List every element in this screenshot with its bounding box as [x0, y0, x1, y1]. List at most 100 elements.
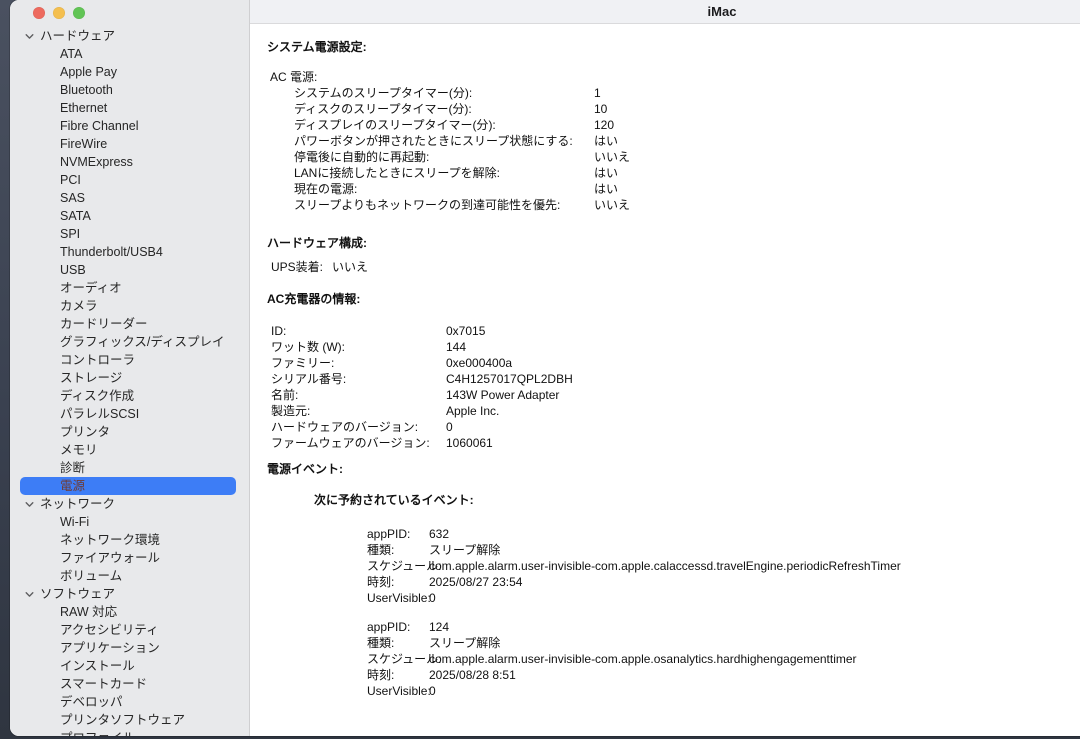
- sidebar-item[interactable]: インストール: [10, 657, 249, 675]
- info-value: 0: [429, 683, 436, 699]
- sidebar-item[interactable]: SATA: [10, 207, 249, 225]
- section-heading-system-power: システム電源設定:: [267, 39, 1080, 55]
- info-label: 時刻:: [367, 667, 429, 683]
- sidebar-item-label: プリンタ: [60, 425, 110, 439]
- chevron-down-icon[interactable]: [25, 32, 34, 41]
- info-value: 0x7015: [446, 323, 485, 339]
- sidebar-item-label: Ethernet: [60, 101, 107, 115]
- sidebar-item[interactable]: ディスク作成: [10, 387, 249, 405]
- info-label: ファームウェアのバージョン:: [271, 435, 446, 451]
- sidebar-group[interactable]: ネットワーク: [10, 495, 249, 513]
- sidebar-item-label: Apple Pay: [60, 65, 117, 79]
- info-value: 2025/08/28 8:51: [429, 667, 516, 683]
- info-label: スケジュール:: [367, 651, 429, 667]
- sidebar-item-label: SATA: [60, 209, 91, 223]
- info-label: 現在の電源:: [294, 181, 594, 197]
- info-value: Apple Inc.: [446, 403, 499, 419]
- info-label: appPID:: [367, 526, 429, 542]
- info-label: appPID:: [367, 619, 429, 635]
- sidebar-item[interactable]: パラレルSCSI: [10, 405, 249, 423]
- info-label: スケジュール:: [367, 558, 429, 574]
- chevron-down-icon[interactable]: [25, 500, 34, 509]
- sidebar-item-label: オーディオ: [60, 281, 122, 295]
- sidebar-item[interactable]: オーディオ: [10, 279, 249, 297]
- zoom-button[interactable]: [73, 7, 85, 19]
- sidebar-item[interactable]: Ethernet: [10, 99, 249, 117]
- sidebar-item[interactable]: NVMExpress: [10, 153, 249, 171]
- sidebar-item[interactable]: 診断: [10, 459, 249, 477]
- ac-charger-info-list: ID: 0x7015 ワット数 (W): 144 ファミリー: 0xe00040…: [250, 323, 1080, 451]
- sidebar-item[interactable]: ATA: [10, 45, 249, 63]
- info-row: 時刻: 2025/08/27 23:54: [250, 574, 1080, 590]
- info-row: 名前: 143W Power Adapter: [250, 387, 1080, 403]
- info-row: appPID: 124: [250, 619, 1080, 635]
- ups-row: UPS装着: いいえ: [271, 259, 1080, 275]
- sidebar-item[interactable]: グラフィックス/ディスプレイ: [10, 333, 249, 351]
- sidebar-item[interactable]: ネットワーク環境: [10, 531, 249, 549]
- sidebar-item[interactable]: デベロッパ: [10, 693, 249, 711]
- info-row: スリープよりもネットワークの到達可能性を優先: いいえ: [250, 197, 1080, 213]
- sidebar-item[interactable]: カードリーダー: [10, 315, 249, 333]
- info-label: ハードウェアのバージョン:: [271, 419, 446, 435]
- info-label: ワット数 (W):: [271, 339, 446, 355]
- sidebar-item[interactable]: SPI: [10, 225, 249, 243]
- sidebar-group[interactable]: ソフトウェア: [10, 585, 249, 603]
- info-value: はい: [594, 181, 618, 197]
- chevron-down-icon[interactable]: [25, 590, 34, 599]
- sidebar-item-label: アクセシビリティ: [60, 623, 159, 637]
- sidebar-item[interactable]: カメラ: [10, 297, 249, 315]
- info-label: UserVisible:: [367, 590, 429, 606]
- close-button[interactable]: [33, 7, 45, 19]
- sidebar-item-label: メモリ: [60, 443, 98, 457]
- sidebar-item-label: ストレージ: [60, 371, 122, 385]
- sidebar-item-label: USB: [60, 263, 86, 277]
- info-value: 143W Power Adapter: [446, 387, 559, 403]
- sidebar-item[interactable]: アクセシビリティ: [10, 621, 249, 639]
- sidebar-item[interactable]: ストレージ: [10, 369, 249, 387]
- sidebar-item-label: NVMExpress: [60, 155, 133, 169]
- sidebar-item[interactable]: Thunderbolt/USB4: [10, 243, 249, 261]
- info-label: 停電後に自動的に再起動:: [294, 149, 594, 165]
- sidebar-item[interactable]: FireWire: [10, 135, 249, 153]
- sidebar-item[interactable]: ボリューム: [10, 567, 249, 585]
- sidebar-item[interactable]: スマートカード: [10, 675, 249, 693]
- info-label: シリアル番号:: [271, 371, 446, 387]
- sidebar-item[interactable]: Apple Pay: [10, 63, 249, 81]
- info-row: UserVisible: 0: [250, 590, 1080, 606]
- section-heading-hardware-config: ハードウェア構成:: [267, 235, 1080, 251]
- info-value: 0xe000400a: [446, 355, 512, 371]
- sidebar-item[interactable]: Fibre Channel: [10, 117, 249, 135]
- sidebar-item[interactable]: RAW 対応: [10, 603, 249, 621]
- sidebar-item[interactable]: メモリ: [10, 441, 249, 459]
- sidebar-item[interactable]: 電源: [20, 477, 236, 495]
- info-value: スリープ解除: [429, 635, 500, 651]
- sidebar-item-label: ファイアウォール: [60, 551, 160, 565]
- sidebar-item[interactable]: PCI: [10, 171, 249, 189]
- content-area[interactable]: システム電源設定: AC 電源: システムのスリープタイマー(分): 1 ディス…: [250, 24, 1080, 736]
- sidebar-item[interactable]: プリンタソフトウェア: [10, 711, 249, 729]
- sidebar-item-label: PCI: [60, 173, 81, 187]
- titlebar[interactable]: iMac: [250, 0, 1080, 24]
- sidebar-item[interactable]: Bluetooth: [10, 81, 249, 99]
- sidebar-item[interactable]: プロファイル: [10, 729, 249, 736]
- sidebar-item[interactable]: USB: [10, 261, 249, 279]
- sidebar-item[interactable]: プリンタ: [10, 423, 249, 441]
- info-value: 0: [429, 590, 436, 606]
- sidebar-item[interactable]: SAS: [10, 189, 249, 207]
- info-label: 時刻:: [367, 574, 429, 590]
- info-value: 1: [594, 85, 601, 101]
- sidebar-item[interactable]: アプリケーション: [10, 639, 249, 657]
- info-value: C4H1257017QPL2DBH: [446, 371, 573, 387]
- info-value: 632: [429, 526, 449, 542]
- info-value: 144: [446, 339, 466, 355]
- info-row: 現在の電源: はい: [250, 181, 1080, 197]
- info-label: LANに接続したときにスリープを解除:: [294, 165, 594, 181]
- sidebar-item[interactable]: コントローラ: [10, 351, 249, 369]
- sidebar-item-label: インストール: [60, 659, 135, 673]
- minimize-button[interactable]: [53, 7, 65, 19]
- sidebar-item-label: プロファイル: [60, 731, 135, 736]
- sidebar-item[interactable]: Wi-Fi: [10, 513, 249, 531]
- sidebar-group[interactable]: ハードウェア: [10, 27, 249, 45]
- sidebar-item-label: ATA: [60, 47, 82, 61]
- sidebar-item[interactable]: ファイアウォール: [10, 549, 249, 567]
